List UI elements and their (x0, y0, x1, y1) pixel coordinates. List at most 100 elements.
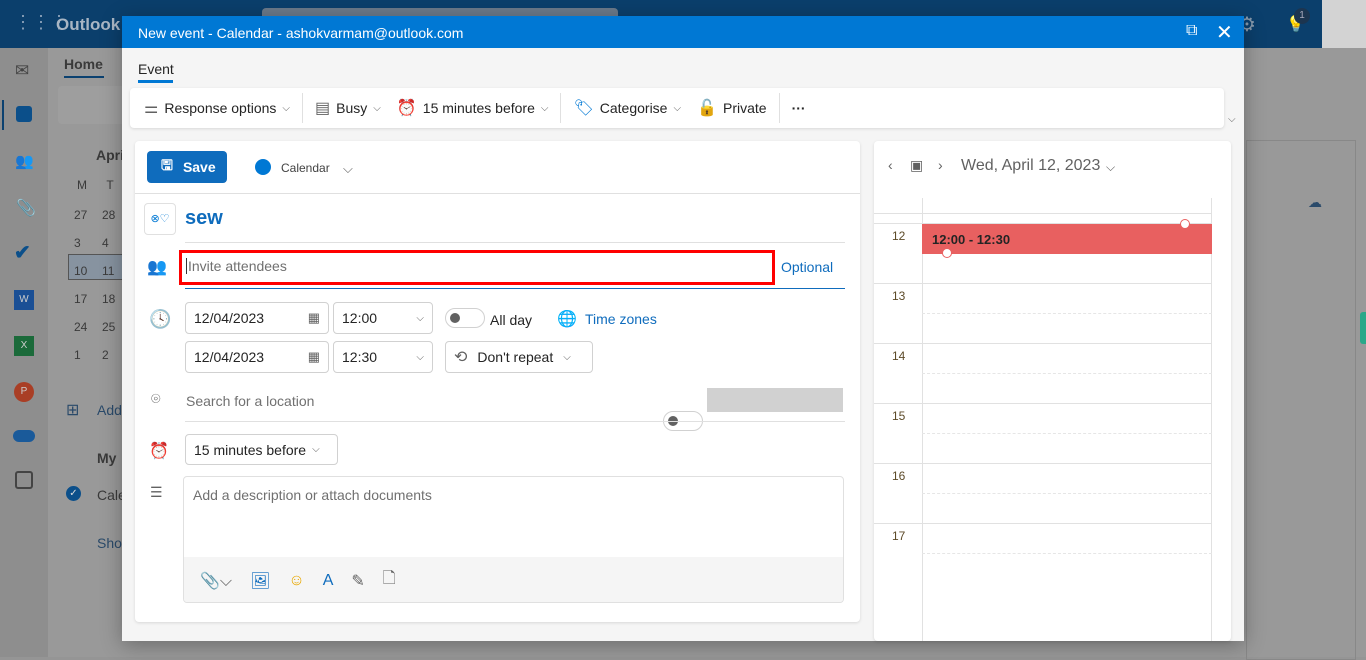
chevron-down-icon[interactable]: ⌵ (1106, 160, 1115, 175)
label: 15 minutes before (422, 100, 535, 116)
reminder-select[interactable]: 15 minutes before ⌵ (185, 434, 338, 465)
calendar-selector[interactable]: Calendar (281, 161, 330, 175)
mini-calendar-day[interactable]: 1 (74, 348, 81, 362)
mini-calendar-day[interactable]: 11 (102, 264, 114, 278)
previous-day-button[interactable]: ‹ (888, 157, 893, 173)
day-calendar: ‹ ▣ › Wed, April 12, 2023 ⌵ 12 13 14 15 16 17… (874, 141, 1231, 641)
close-icon[interactable]: ✕ (1216, 20, 1233, 45)
repeat-select[interactable]: ⟲ Don't repeat ⌵ (445, 341, 593, 373)
word-icon[interactable]: W (14, 290, 34, 310)
chevron-down-icon[interactable]: ⌵ (343, 161, 353, 177)
reminder-button[interactable]: ⏰ 15 minutes before ⌵ (389, 88, 557, 128)
invite-attendees-input[interactable]: Invite attendees (179, 250, 775, 285)
clock-icon: 🕓 (149, 309, 172, 329)
notification-badge: 1 (1294, 8, 1310, 24)
attach-icon[interactable]: 📎⌵ (200, 571, 232, 591)
side-handle[interactable] (1360, 312, 1366, 344)
all-day-toggle[interactable] (445, 308, 485, 328)
search-box[interactable] (262, 8, 618, 16)
onedrive-icon[interactable] (13, 430, 35, 442)
mini-calendar-day[interactable]: 25 (102, 320, 115, 334)
mini-calendar-day[interactable]: 2 (102, 348, 109, 362)
response-options-button[interactable]: ⚌ Response options ⌵ (136, 88, 298, 128)
attachment-icon[interactable]: 📎 (16, 198, 36, 218)
more-options-button[interactable]: ··· (784, 88, 814, 128)
location-input[interactable]: Search for a location (186, 393, 314, 409)
emoji-icon[interactable]: ☺ (288, 572, 304, 590)
categorise-button[interactable]: 🏷 Categorise ⌵ (565, 88, 689, 128)
resize-handle-top[interactable] (1180, 219, 1190, 229)
mini-calendar-day[interactable]: 10 (74, 264, 87, 278)
alarm-icon: ⏰ (396, 100, 417, 117)
calendar-date[interactable]: Wed, April 12, 2023 (961, 157, 1100, 175)
excel-icon[interactable]: X (14, 336, 34, 356)
repeat-icon: ⟲ (454, 349, 468, 366)
mini-calendar-day[interactable]: 17 (74, 292, 87, 306)
mini-calendar-day[interactable]: 24 (74, 320, 87, 334)
chevron-down-icon: ⌵ (540, 102, 549, 114)
insert-image-icon[interactable]: 🖼 (250, 571, 270, 591)
resize-handle-bottom[interactable] (942, 248, 952, 258)
start-date-input[interactable]: 12/04/2023 ▦ (185, 302, 329, 334)
tab-home[interactable]: Home (64, 56, 103, 72)
todo-icon[interactable]: ✔ (14, 240, 31, 265)
format-painter-icon[interactable]: A (323, 572, 334, 590)
calendar-picker-icon[interactable]: ▦ (308, 310, 320, 326)
add-calendar-icon[interactable]: ⊞ (66, 400, 79, 420)
end-time-select[interactable]: 12:30 ⌵ (333, 341, 433, 373)
mini-calendar-day[interactable]: 4 (102, 236, 109, 250)
divider (185, 242, 845, 243)
event-title-input[interactable]: sew (185, 207, 223, 230)
next-day-button[interactable]: › (938, 157, 943, 173)
add-calendar-link[interactable]: Add (97, 402, 122, 418)
calendar-color-dot (255, 159, 271, 175)
mini-calendar-day[interactable]: 27 (74, 208, 87, 222)
time-zones-link[interactable]: Time zones (585, 311, 657, 327)
tab-event[interactable]: Event (138, 61, 174, 77)
hour-label: 12 (892, 229, 906, 243)
value: 12/04/2023 (194, 310, 265, 326)
expand-ribbon-icon[interactable]: ⌵ (1228, 114, 1236, 125)
pop-out-icon[interactable]: ⧉ (1186, 22, 1197, 40)
calendar-icon[interactable] (16, 106, 32, 122)
show-as-busy-button[interactable]: ▤ Busy ⌵ (307, 88, 389, 128)
signature-pen-icon[interactable]: ✎ (351, 571, 364, 591)
private-button[interactable]: 🔓 Private (689, 88, 775, 128)
event-block[interactable]: 12:00 - 12:30 (922, 219, 1212, 258)
avatar[interactable] (1322, 0, 1366, 48)
more-apps-icon[interactable] (15, 471, 33, 489)
emoji-category-icon[interactable]: ⊗♡ (144, 203, 176, 235)
today-icon[interactable]: ▣ (910, 157, 923, 174)
powerpoint-icon[interactable]: P (14, 382, 34, 402)
people-icon[interactable]: 👥 (15, 152, 34, 170)
mini-calendar-day[interactable]: 28 (102, 208, 115, 222)
calendar-picker-icon[interactable]: ▦ (308, 349, 320, 365)
tab-underline (138, 80, 173, 83)
value: 12:30 (342, 349, 378, 365)
half-hour-line (922, 313, 1212, 314)
mail-icon[interactable]: ✉ (15, 61, 29, 81)
description-editor[interactable]: Add a description or attach documents 📎⌵… (183, 476, 844, 603)
start-time-select[interactable]: 12:00 ⌵ (333, 302, 433, 334)
end-date-input[interactable]: 12/04/2023 ▦ (185, 341, 329, 373)
toolbar: ⚌ Response options ⌵ ▤ Busy ⌵ ⏰ 15 minutes be… (130, 88, 1224, 128)
chevron-down-icon: ⌵ (563, 351, 571, 363)
divider (560, 93, 562, 123)
optional-attendees-link[interactable]: Optional (781, 259, 833, 275)
divider (135, 193, 860, 194)
value: 12:00 (342, 310, 378, 326)
active-indicator (2, 100, 4, 130)
chevron-down-icon: ⌵ (416, 312, 424, 324)
mini-calendar-day[interactable]: 18 (102, 292, 115, 306)
hour-line (874, 523, 1212, 524)
loop-component-icon[interactable]: 🗋 (383, 567, 396, 594)
description-placeholder: Add a description or attach documents (193, 487, 432, 503)
hour-label: 14 (892, 349, 906, 363)
checkbox-checked-icon[interactable]: ✓ (66, 486, 81, 501)
save-button[interactable]: 🖫 Save (147, 151, 227, 183)
tag-icon: 🏷 (573, 100, 594, 117)
mini-calendar-day[interactable]: 3 (74, 236, 81, 250)
sliders-icon: ⚌ (144, 100, 159, 117)
weekday: M (77, 178, 87, 192)
dialog-header: New event - Calendar - ashokvarmam@outlo… (122, 16, 1244, 48)
